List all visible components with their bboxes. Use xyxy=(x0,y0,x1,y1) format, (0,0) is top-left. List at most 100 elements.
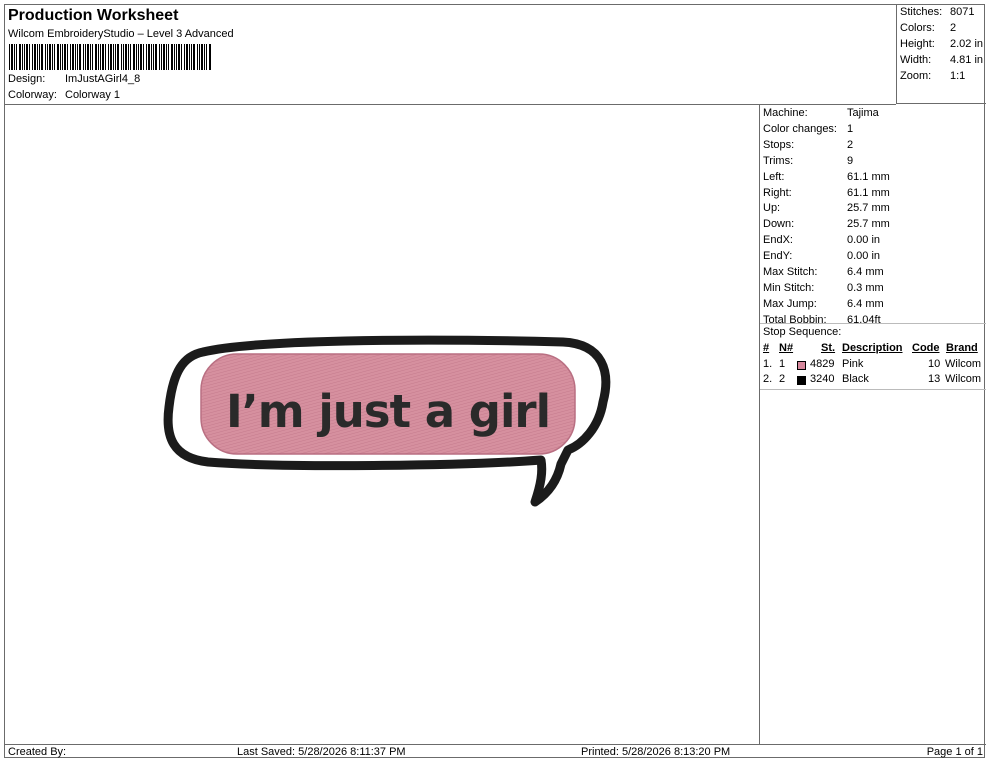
barcode-bar xyxy=(79,44,81,70)
barcode-bar xyxy=(189,44,190,70)
zoom-row: Zoom: 1:1 xyxy=(900,70,965,82)
barcode-bar xyxy=(34,44,36,70)
barcode-bar xyxy=(90,44,91,70)
barcode-bar xyxy=(92,44,93,70)
info-label: Stops: xyxy=(763,138,795,151)
info-label: Down: xyxy=(763,218,795,231)
info-value: 61.1 mm xyxy=(847,170,890,183)
barcode-bar xyxy=(184,44,185,70)
barcode-bar xyxy=(121,44,122,70)
printed-date: Printed: 5/28/2026 8:13:20 PM xyxy=(581,746,731,758)
stitches-row: Stitches: 8071 xyxy=(900,6,974,18)
color-swatch xyxy=(797,361,806,370)
software-name: Wilcom EmbroideryStudio – Level 3 Advanc… xyxy=(8,28,234,40)
barcode-bar xyxy=(83,44,84,70)
design-value: ImJustAGirl4_8 xyxy=(65,73,141,85)
design-row: Design: ImJustAGirl4_8 xyxy=(8,73,140,85)
worksheet-header: Production Worksheet Wilcom EmbroiderySt… xyxy=(5,5,896,105)
col-num: # xyxy=(763,342,770,354)
worksheet: Production Worksheet Wilcom EmbroiderySt… xyxy=(4,4,986,758)
barcode-bar xyxy=(24,44,25,70)
info-value: 2 xyxy=(847,138,854,151)
barcode-bar xyxy=(57,44,59,70)
height-row: Height: 2.02 in xyxy=(900,38,983,50)
stop-sequence-title: Stop Sequence: xyxy=(763,326,842,338)
barcode-bar xyxy=(95,44,97,70)
machine-info-row: Color changes: 1 xyxy=(763,123,853,138)
divider xyxy=(760,323,986,324)
barcode-bar xyxy=(193,44,195,70)
stop-code: 10 xyxy=(928,358,941,370)
stop-n: 2 xyxy=(779,373,786,385)
barcode-bar xyxy=(54,44,55,70)
barcode-bar xyxy=(70,44,71,70)
colorway-label: Colorway: xyxy=(8,89,57,101)
machine-info-row: Max Stitch: 6.4 mm xyxy=(763,266,884,281)
info-value: 6.4 mm xyxy=(847,297,884,310)
barcode-bar xyxy=(11,44,13,70)
info-label: Max Jump: xyxy=(763,297,817,310)
info-value: 25.7 mm xyxy=(847,202,890,215)
barcode-bar xyxy=(197,44,198,70)
stop-stitches: 3240 xyxy=(810,373,835,385)
barcode-bar xyxy=(117,44,119,70)
barcode-bar xyxy=(45,44,46,70)
color-swatch xyxy=(797,376,806,385)
info-label: Right: xyxy=(763,186,792,199)
barcode-bar xyxy=(26,44,28,70)
barcode-bar xyxy=(201,44,203,70)
barcode-bar xyxy=(113,44,114,70)
machine-info-row: Trims: 9 xyxy=(763,155,853,170)
machine-info-row: Down: 25.7 mm xyxy=(763,218,890,233)
barcode-bar xyxy=(62,44,63,70)
barcode-bar xyxy=(155,44,157,70)
info-label: Min Stitch: xyxy=(763,281,815,294)
stitches-value: 8071 xyxy=(950,6,975,18)
machine-info-panel: Machine: Tajima Color changes: 1 Stops: 2 Trim… xyxy=(760,104,986,744)
stop-num: 2. xyxy=(763,373,773,385)
machine-info-row: Max Jump: 6.4 mm xyxy=(763,298,884,313)
colorway-value: Colorway 1 xyxy=(65,89,121,101)
info-label: Max Stitch: xyxy=(763,266,818,278)
barcode-bar xyxy=(204,44,205,70)
summary-panel: Stitches: 8071 Colors: 2 Height: 2.02 in Wi… xyxy=(896,5,986,104)
barcode-bar xyxy=(146,44,147,70)
barcode-bar xyxy=(47,44,48,70)
barcode-bar xyxy=(52,44,53,70)
colorway-row: Colorway: Colorway 1 xyxy=(8,89,120,101)
barcode-bar xyxy=(85,44,86,70)
page-title: Production Worksheet xyxy=(8,7,179,24)
barcode-bar xyxy=(161,44,162,70)
barcode-bar xyxy=(75,44,76,70)
colors-value: 2 xyxy=(950,22,957,34)
col-description: Description xyxy=(842,342,903,354)
stop-sequence-header: # N# St. Description Code Brand xyxy=(760,342,986,357)
barcode-bar xyxy=(148,44,150,70)
barcode-bar xyxy=(9,44,10,70)
barcode-bar xyxy=(37,44,38,70)
barcode-bar xyxy=(123,44,124,70)
barcode-bar xyxy=(130,44,131,70)
page-number: Page 1 of 1 xyxy=(926,746,983,758)
barcode-bar xyxy=(115,44,116,70)
info-value: 1 xyxy=(847,122,854,135)
design-canvas: I’m just a girl xyxy=(5,104,760,744)
barcode-bar xyxy=(186,44,188,70)
col-brand: Brand xyxy=(946,342,978,354)
stop-row: 1. 1 4829 Pink 10 Wilcom xyxy=(760,358,986,373)
stop-stitches: 4829 xyxy=(810,358,835,370)
width-row: Width: 4.81 in xyxy=(900,54,983,66)
stop-brand: Wilcom xyxy=(945,358,982,370)
info-value: 61.1 mm xyxy=(847,186,890,199)
barcode-bar xyxy=(41,44,43,70)
barcode-bar xyxy=(32,44,33,70)
barcode-bar xyxy=(100,44,101,70)
barcode-bar xyxy=(22,44,23,70)
barcode-bar xyxy=(49,44,51,70)
info-value: 0.00 in xyxy=(847,234,881,247)
design-text: I’m just a girl xyxy=(226,385,550,438)
barcode-bar xyxy=(143,44,144,70)
info-label: EndY: xyxy=(763,250,793,263)
barcode-bar xyxy=(67,44,68,70)
machine-info-row: EndX: 0.00 in xyxy=(763,234,880,249)
